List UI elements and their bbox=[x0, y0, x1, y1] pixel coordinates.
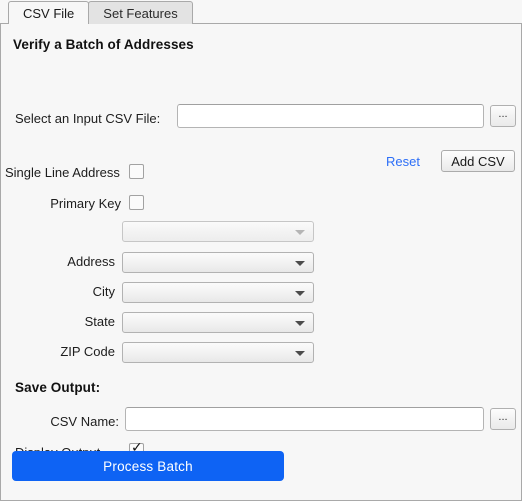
state-label: State bbox=[84, 314, 115, 329]
input-csv-browse-button[interactable]: ... bbox=[490, 105, 516, 127]
tab-set-features-label: Set Features bbox=[103, 6, 178, 21]
add-csv-button[interactable]: Add CSV bbox=[441, 150, 515, 172]
add-csv-label: Add CSV bbox=[451, 153, 505, 169]
tab-csv-file[interactable]: CSV File bbox=[8, 1, 90, 24]
zip-code-select[interactable] bbox=[122, 342, 314, 363]
address-select[interactable] bbox=[122, 252, 314, 273]
chevron-down-icon bbox=[295, 260, 305, 266]
single-line-address-checkbox[interactable]: ✓ bbox=[129, 164, 144, 179]
save-output-title: Save Output: bbox=[15, 380, 101, 395]
process-batch-button[interactable]: Process Batch bbox=[12, 451, 284, 481]
tab-bar: CSV File Set Features bbox=[0, 0, 522, 24]
input-csv-file-label: Select an Input CSV File: bbox=[15, 111, 161, 126]
tab-set-features[interactable]: Set Features bbox=[88, 1, 193, 24]
state-select[interactable] bbox=[122, 312, 314, 333]
chevron-down-icon bbox=[295, 320, 305, 326]
process-batch-label: Process Batch bbox=[103, 458, 193, 474]
tab-csv-file-label: CSV File bbox=[23, 6, 75, 21]
chevron-down-icon bbox=[295, 229, 305, 235]
batch-address-verification-window: CSV File Set Features Verify a Batch of … bbox=[0, 0, 522, 501]
chevron-down-icon bbox=[295, 290, 305, 296]
chevron-down-icon bbox=[295, 350, 305, 356]
primary-key-select[interactable] bbox=[122, 221, 314, 242]
csv-name-browse-button[interactable]: ... bbox=[490, 408, 516, 430]
input-csv-file-field[interactable] bbox=[177, 104, 484, 128]
city-select[interactable] bbox=[122, 282, 314, 303]
csv-name-field[interactable] bbox=[125, 407, 484, 431]
csv-file-panel: Verify a Batch of Addresses Select an In… bbox=[0, 23, 522, 501]
city-label: City bbox=[92, 284, 115, 299]
csv-name-label: CSV Name: bbox=[50, 414, 119, 429]
single-line-address-label: Single Line Address bbox=[5, 165, 120, 180]
address-label: Address bbox=[67, 254, 115, 269]
zip-code-label: ZIP Code bbox=[60, 344, 115, 359]
ellipsis-icon: ... bbox=[498, 107, 508, 120]
ellipsis-icon: ... bbox=[498, 410, 508, 423]
reset-button[interactable]: Reset bbox=[386, 154, 420, 169]
primary-key-checkbox[interactable]: ✓ bbox=[129, 195, 144, 210]
primary-key-label: Primary Key bbox=[50, 196, 121, 211]
page-title: Verify a Batch of Addresses bbox=[13, 37, 194, 52]
